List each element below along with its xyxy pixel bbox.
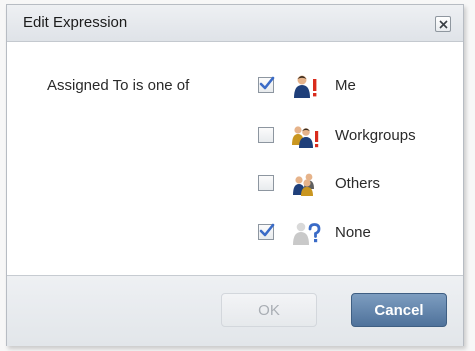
checkmark-icon xyxy=(259,223,275,237)
dialog-title: Edit Expression xyxy=(23,14,128,31)
checkbox-others[interactable] xyxy=(258,175,274,191)
checkbox-none[interactable] xyxy=(258,223,275,240)
dialog-titlebar[interactable]: Edit Expression xyxy=(7,5,463,42)
option-label-me: Me xyxy=(335,77,356,94)
ok-button[interactable]: OK xyxy=(221,293,317,327)
user-icon xyxy=(294,75,317,98)
checkmark-icon xyxy=(259,76,275,90)
assigned-to-label: Assigned To is one of xyxy=(47,77,190,94)
close-button[interactable] xyxy=(435,16,451,32)
dialog-footer: OK Cancel xyxy=(7,275,463,346)
cancel-button[interactable]: Cancel xyxy=(351,293,447,327)
checkbox-me[interactable] xyxy=(258,76,275,93)
dialog-body: Assigned To is one of Me Workgroups Othe… xyxy=(7,42,463,274)
option-label-workgroups: Workgroups xyxy=(335,127,416,144)
checkbox-workgroups[interactable] xyxy=(258,127,274,143)
edit-expression-dialog: Edit Expression Assigned To is one of Me… xyxy=(6,4,464,346)
close-icon xyxy=(439,20,448,29)
unassigned-icon xyxy=(293,222,321,245)
option-label-none: None xyxy=(335,224,371,241)
others-icon xyxy=(293,173,314,196)
workgroup-icon xyxy=(292,126,319,148)
option-label-others: Others xyxy=(335,175,381,192)
